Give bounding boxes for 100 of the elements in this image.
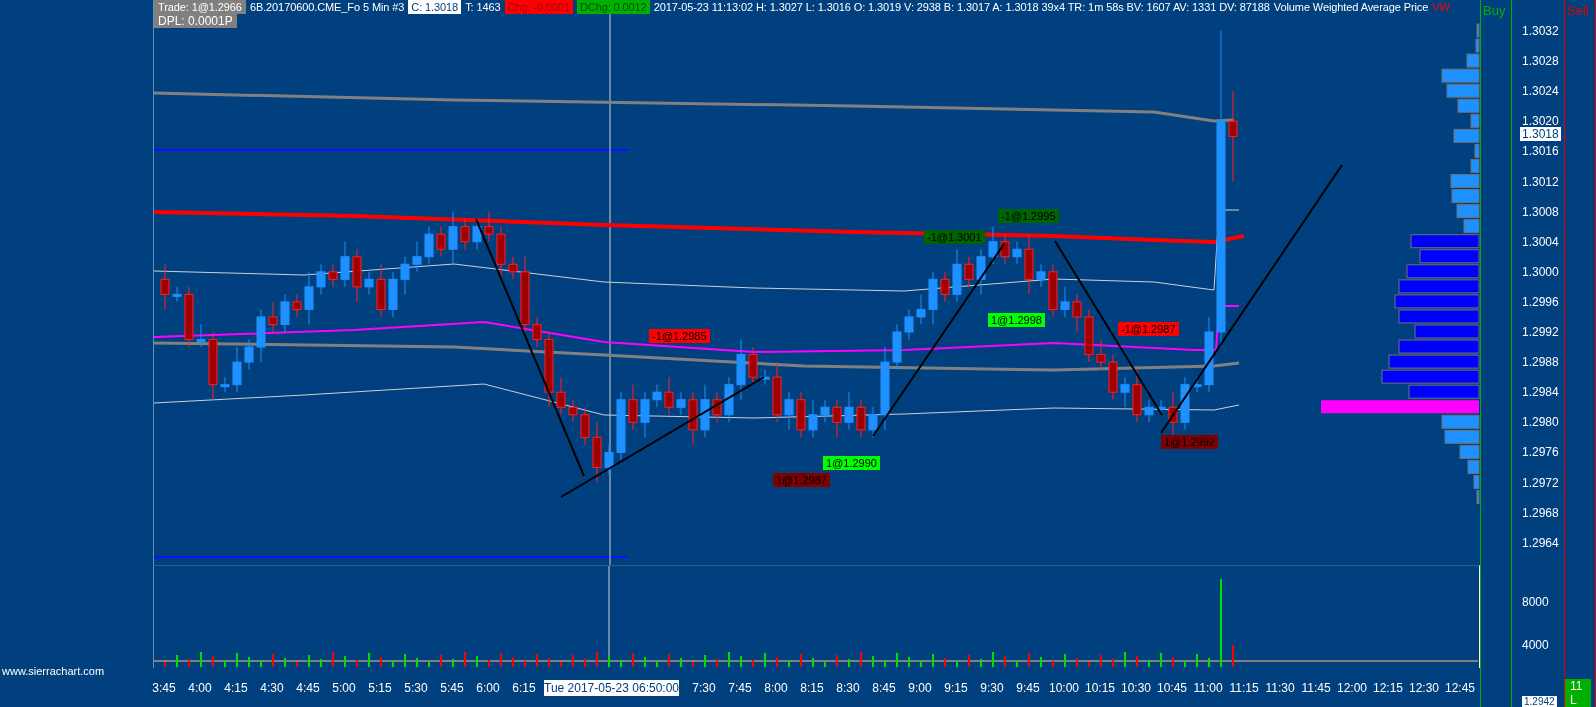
- candlestick: [772, 361, 782, 423]
- candlestick: [196, 324, 206, 348]
- time-label: 8:15: [799, 681, 825, 695]
- candlestick: [1180, 376, 1190, 431]
- price-label: 1.3016: [1522, 144, 1559, 159]
- candlestick: [892, 324, 902, 371]
- time-label: 10:45: [1156, 681, 1188, 695]
- time-label: 7:30: [691, 681, 717, 695]
- header-text: T: 1463: [465, 0, 501, 14]
- candlestick: [172, 286, 182, 303]
- candlestick: [280, 293, 290, 333]
- time-label: 10:30: [1120, 681, 1152, 695]
- buy-column-header[interactable]: Buy: [1483, 3, 1506, 18]
- candlestick: [664, 376, 674, 416]
- trade-label: -1@1.2985: [649, 329, 710, 343]
- candlestick: [304, 271, 314, 325]
- candlestick: [1036, 263, 1046, 288]
- time-label: 12:45: [1444, 681, 1476, 695]
- header-text: C: 1.3018: [408, 0, 462, 14]
- time-label: 8:30: [835, 681, 861, 695]
- time-label: 11:15: [1228, 681, 1260, 695]
- price-label: 1.3012: [1522, 174, 1559, 189]
- price-label: 1.2984: [1522, 385, 1559, 400]
- candlestick: [256, 308, 266, 363]
- time-label: 12:00: [1336, 681, 1368, 695]
- candlestick: [604, 444, 614, 476]
- candlestick: [436, 226, 446, 258]
- candlestick: [412, 241, 422, 273]
- candlestick: [940, 271, 950, 303]
- candlestick: [556, 376, 566, 416]
- candlestick: [1144, 399, 1154, 423]
- trade-label: -1@1.3001: [924, 230, 985, 244]
- header-text: DPL: 0.0001P: [154, 14, 237, 28]
- candlestick: [1024, 233, 1034, 295]
- candlestick: [1060, 286, 1070, 318]
- volume-label: 4000: [1522, 638, 1549, 652]
- time-label: 12:15: [1372, 681, 1404, 695]
- candlestick: [964, 256, 974, 288]
- candlestick: [640, 391, 650, 438]
- price-label: 1.2972: [1522, 475, 1559, 490]
- time-label: 3:45: [151, 681, 177, 695]
- candlestick: [568, 399, 578, 423]
- time-label: 10:00: [1048, 681, 1080, 695]
- candlestick: [244, 339, 254, 371]
- price-label: 1.3000: [1522, 264, 1559, 279]
- price-label: 1.2980: [1522, 415, 1559, 430]
- candlestick: [700, 384, 710, 438]
- time-label: 9:00: [907, 681, 933, 695]
- time-label: 12:30: [1408, 681, 1440, 695]
- price-label: 1.3020: [1522, 114, 1559, 129]
- candlestick: [1132, 369, 1142, 423]
- candlestick: [904, 308, 914, 340]
- candlestick: [292, 293, 302, 318]
- candlestick: [1108, 354, 1118, 401]
- time-label: 6:00: [475, 681, 501, 695]
- header-text: Trade: 1@1.2966: [154, 0, 246, 14]
- current-price-label: 1.3018: [1520, 127, 1561, 141]
- candlestick: [712, 391, 722, 423]
- website-link[interactable]: www.sierrachart.com: [0, 665, 153, 677]
- candlestick: [388, 271, 398, 318]
- candlestick: [760, 369, 770, 386]
- candlestick: [340, 241, 350, 288]
- candlestick: [616, 391, 626, 461]
- candlestick: [220, 376, 230, 393]
- candlestick: [820, 399, 830, 423]
- candlestick: [1012, 241, 1022, 265]
- price-label: 1.2988: [1522, 355, 1559, 370]
- candlestick: [928, 271, 938, 325]
- trade-label: -1@1.2987: [1118, 322, 1179, 336]
- candlestick: [316, 263, 326, 295]
- candlestick: [400, 256, 410, 295]
- candlestick: [724, 376, 734, 423]
- candlestick: [532, 316, 542, 348]
- candlestick: [232, 346, 242, 393]
- time-label: 8:45: [871, 681, 897, 695]
- time-label: 4:45: [295, 681, 321, 695]
- price-label: 1.2976: [1522, 445, 1559, 460]
- candlestick: [652, 384, 662, 408]
- candlestick: [328, 263, 338, 288]
- time-label: 11:00: [1192, 681, 1224, 695]
- candlestick: [268, 301, 278, 333]
- candlestick: [508, 256, 518, 280]
- candlestick: [748, 346, 758, 386]
- candlestick: [1192, 376, 1202, 393]
- position-badge: 11 L: [1565, 679, 1591, 707]
- time-label: 5:45: [439, 681, 465, 695]
- candlestick: [184, 286, 194, 348]
- trade-label: -1@1.2995: [998, 209, 1059, 223]
- candlestick: [424, 226, 434, 265]
- trade-label: 1@1.2987: [773, 473, 830, 487]
- time-label: 7:45: [727, 681, 753, 695]
- candlestick: [448, 211, 458, 265]
- candlestick: [868, 406, 878, 438]
- sell-column-header[interactable]: Sell: [1567, 3, 1589, 18]
- candlestick: [832, 399, 842, 438]
- candlestick: [472, 218, 482, 250]
- price-label: 1.2964: [1522, 535, 1559, 550]
- candlestick: [484, 211, 494, 243]
- candlestick: [352, 248, 362, 303]
- candlestick: [628, 384, 638, 431]
